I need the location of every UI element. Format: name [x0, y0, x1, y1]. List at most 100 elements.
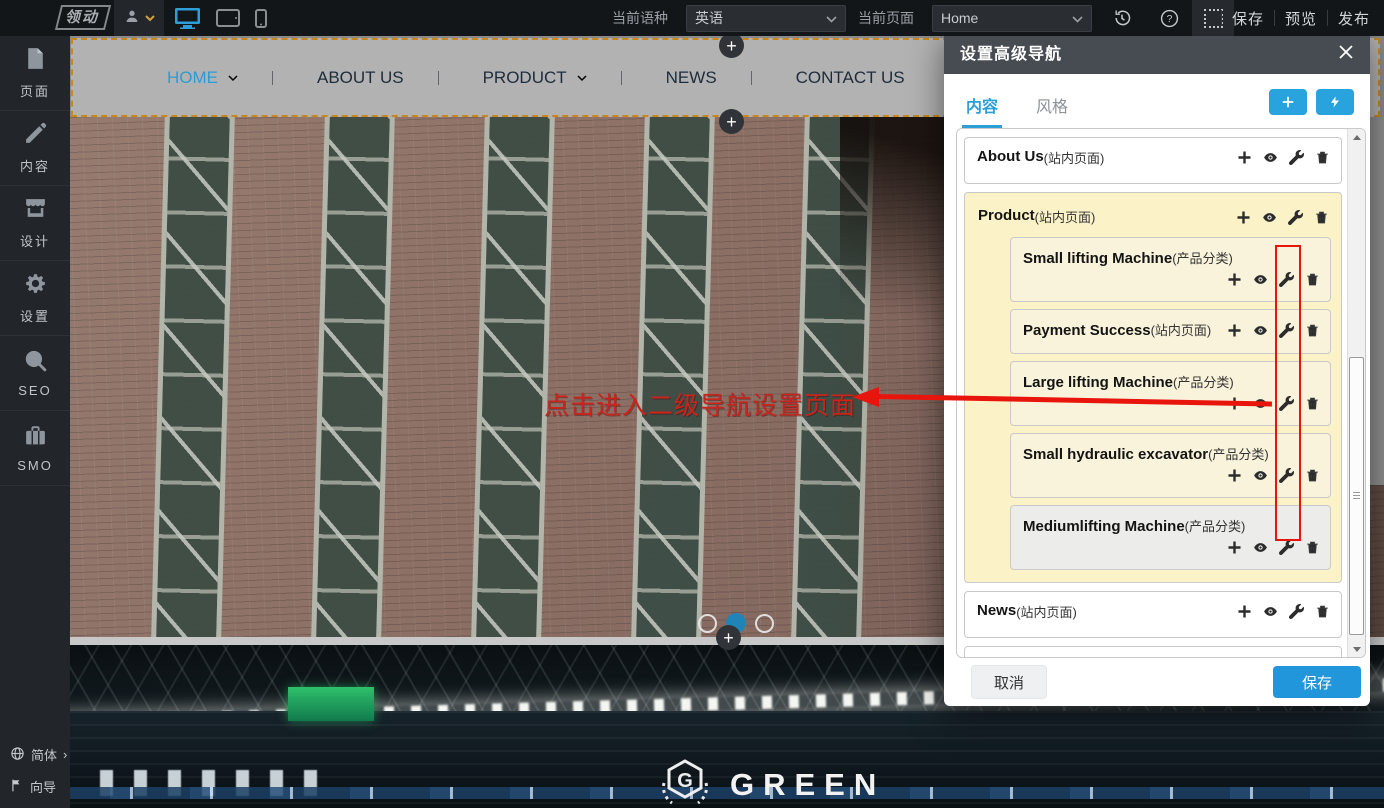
desktop-icon[interactable]	[174, 7, 201, 29]
chevron-down-icon	[1072, 10, 1083, 26]
sidebar-item-smo[interactable]: SMO	[0, 411, 70, 486]
add-module-button[interactable]: +	[719, 109, 744, 134]
page-select[interactable]: Home	[932, 5, 1092, 32]
add-module-button[interactable]: +	[716, 625, 741, 650]
panel-scrollbar[interactable]	[1347, 129, 1365, 657]
scrollbar-thumb[interactable]	[1349, 357, 1364, 635]
nav-child-card[interactable]: Small lifting Machine(产品分类)	[1010, 237, 1331, 302]
tablet-icon[interactable]	[216, 9, 240, 27]
device-switcher	[174, 0, 267, 36]
wrench-icon[interactable]	[1288, 603, 1305, 620]
language-select-value: 英语	[695, 8, 723, 28]
nav-list: About Us(站内页面) Product(站内页面)	[956, 128, 1366, 658]
visibility-icon[interactable]	[1262, 603, 1279, 620]
tab-style[interactable]: 风格	[1032, 85, 1072, 128]
dialog-title: 设置高级导航	[960, 40, 1062, 64]
language-switch[interactable]: 简体 ›	[10, 745, 70, 764]
site-nav-item[interactable]: CONTACT US	[751, 68, 905, 88]
trash-icon[interactable]	[1304, 539, 1321, 556]
nav-item-card[interactable]: About Us(站内页面)	[964, 137, 1342, 184]
editor-sidebar: 页面 内容 设计 设置 SEO SMO 简体 ›	[0, 36, 70, 808]
trash-icon[interactable]	[1304, 322, 1321, 339]
close-icon[interactable]	[1338, 44, 1354, 60]
account-menu[interactable]	[114, 0, 164, 36]
site-nav-label: CONTACT US	[796, 68, 905, 88]
nav-item-type: (站内页面)	[1151, 323, 1212, 338]
trash-icon[interactable]	[1304, 467, 1321, 484]
phone-icon[interactable]	[255, 9, 267, 28]
visibility-icon[interactable]	[1252, 271, 1269, 288]
row-actions	[1236, 602, 1331, 620]
wrench-icon[interactable]	[1287, 209, 1304, 226]
nav-item-name: Small lifting Machine	[1023, 250, 1172, 267]
nav-child-card[interactable]: Mediumlifting Machine(产品分类)	[1010, 505, 1331, 570]
trash-icon[interactable]	[1304, 395, 1321, 412]
nav-child-card[interactable]: Payment Success(站内页面)	[1010, 309, 1331, 354]
site-nav-item[interactable]: PRODUCT	[438, 68, 587, 88]
dialog-save-button[interactable]: 保存	[1273, 666, 1361, 698]
add-child-icon[interactable]	[1226, 467, 1243, 484]
guide-button[interactable]: 向导	[10, 777, 70, 796]
nav-child-card[interactable]: Small hydraulic excavator(产品分类)	[1010, 433, 1331, 498]
app-logo: 领动	[55, 5, 111, 30]
visibility-icon[interactable]	[1252, 322, 1269, 339]
nav-item-name: News	[977, 602, 1016, 619]
carousel-dot[interactable]	[755, 614, 774, 633]
add-child-icon[interactable]	[1226, 395, 1243, 412]
nav-item-type: (产品分类)	[1208, 447, 1269, 462]
add-child-icon[interactable]	[1235, 209, 1252, 226]
visibility-icon[interactable]	[1261, 209, 1278, 226]
add-child-icon[interactable]	[1226, 271, 1243, 288]
wrench-icon[interactable]	[1278, 322, 1295, 339]
wrench-icon[interactable]	[1288, 149, 1305, 166]
save-button[interactable]: 保存	[1222, 8, 1274, 29]
row-actions	[1226, 394, 1321, 412]
scroll-down-arrow-icon[interactable]	[1348, 641, 1365, 657]
trash-icon[interactable]	[1314, 603, 1331, 620]
help-icon[interactable]: ?	[1155, 0, 1183, 36]
tab-content[interactable]: 内容	[962, 85, 1002, 128]
nav-item-card[interactable]: News(站内页面)	[964, 591, 1342, 638]
nav-item-name: Small hydraulic excavator	[1023, 446, 1208, 463]
carousel-dot[interactable]	[698, 614, 717, 633]
add-child-icon[interactable]	[1226, 322, 1243, 339]
visibility-icon[interactable]	[1252, 467, 1269, 484]
wrench-icon[interactable]	[1278, 395, 1295, 412]
chevron-down-icon	[577, 69, 587, 87]
wrench-icon[interactable]	[1278, 467, 1295, 484]
cancel-button[interactable]: 取消	[971, 665, 1047, 699]
visibility-icon[interactable]	[1252, 395, 1269, 412]
visibility-icon[interactable]	[1252, 539, 1269, 556]
trash-icon[interactable]	[1313, 209, 1330, 226]
nav-child-card[interactable]: Large lifting Machine(产品分类)	[1010, 361, 1331, 426]
gear-icon	[23, 271, 48, 299]
globe-icon	[10, 746, 25, 764]
nav-item-card-expanded[interactable]: Product(站内页面) Small lifting Machine(产	[964, 192, 1342, 583]
sidebar-item-settings[interactable]: 设置	[0, 261, 70, 336]
language-select[interactable]: 英语	[686, 5, 846, 32]
site-nav-item[interactable]: HOME	[167, 68, 238, 88]
add-child-icon[interactable]	[1236, 603, 1253, 620]
wrench-icon[interactable]	[1278, 271, 1295, 288]
add-child-icon[interactable]	[1226, 539, 1243, 556]
quick-generate-button[interactable]	[1316, 89, 1354, 115]
wrench-icon[interactable]	[1278, 539, 1295, 556]
preview-button[interactable]: 预览	[1275, 8, 1327, 29]
sidebar-item-content[interactable]: 内容	[0, 111, 70, 186]
trash-icon[interactable]	[1304, 271, 1321, 288]
scroll-up-arrow-icon[interactable]	[1348, 129, 1365, 145]
publish-button[interactable]: 发布	[1328, 8, 1380, 29]
nav-item-type: (产品分类)	[1173, 375, 1234, 390]
add-child-icon[interactable]	[1236, 149, 1253, 166]
site-nav-item[interactable]: NEWS	[621, 68, 717, 88]
visibility-icon[interactable]	[1262, 149, 1279, 166]
sidebar-item-design[interactable]: 设计	[0, 186, 70, 261]
site-nav-item[interactable]: ABOUT US	[272, 68, 404, 88]
trash-icon[interactable]	[1314, 149, 1331, 166]
sidebar-item-pages[interactable]: 页面	[0, 36, 70, 111]
sidebar-item-seo[interactable]: SEO	[0, 336, 70, 411]
nav-item-card[interactable]: Contact Us(站内页面)	[964, 646, 1342, 657]
history-icon[interactable]	[1108, 0, 1136, 36]
dialog-tabs: 内容 风格	[944, 74, 1370, 128]
add-nav-item-button[interactable]	[1269, 89, 1307, 115]
